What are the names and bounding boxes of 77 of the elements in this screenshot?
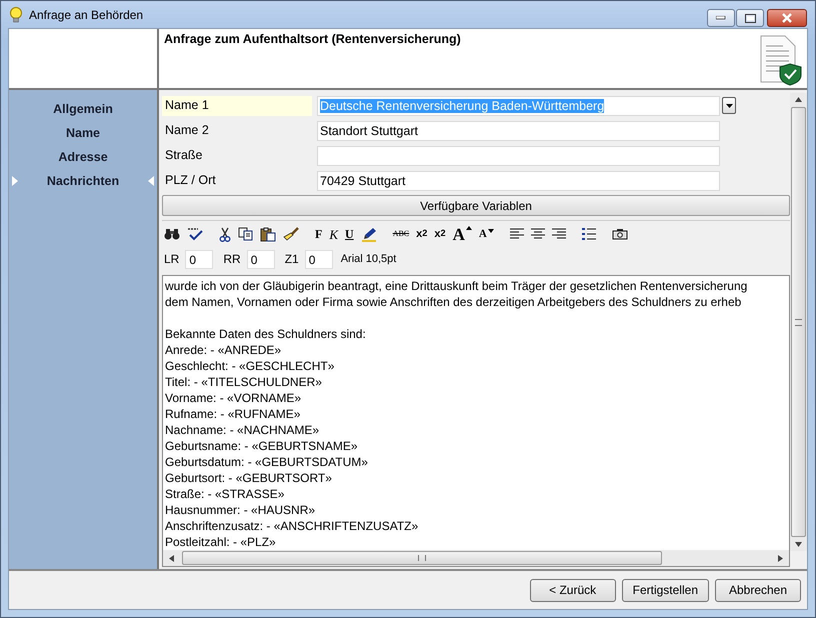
editor-text-line: Geburtsname: - «GEBURTSNAME» [165,438,359,454]
caret-up-icon [466,226,472,230]
dialog-button[interactable]: < Zurück [530,578,616,602]
editor-text-line: Postleitzahl: - «PLZ» [165,534,277,550]
copy-icon[interactable] [238,227,253,241]
align-left-icon[interactable] [510,228,524,240]
field-label: PLZ / Ort [164,172,217,188]
available-variables-button[interactable]: Verfügbare Variablen [162,195,790,216]
editor-text-line: Bekannte Daten des Schuldners sind: [165,326,367,342]
minimize-button[interactable] [707,9,735,27]
window-title: Anfrage an Behörden [29,8,144,22]
light-bulb-icon [9,6,23,24]
sidebar-item[interactable]: Name [9,121,157,145]
horizontal-scrollbar[interactable] [163,550,789,566]
input-field[interactable]: Standort Stuttgart [317,120,720,140]
sidebar-item[interactable]: Adresse [9,145,157,169]
indent-label: LR [164,252,180,266]
input-field[interactable]: 70429 Stuttgart [317,170,720,190]
editor-text-line: Straße: - «STRASSE» [165,486,286,502]
text-editor[interactable] [162,275,790,567]
scroll-left-icon[interactable] [169,554,174,562]
indent-field[interactable]: 0 [304,250,333,268]
close-icon [781,13,793,23]
caret-down-icon [726,104,732,108]
italic-button[interactable]: K [329,228,338,240]
highlighter-icon[interactable] [360,226,377,242]
indent-field[interactable]: 0 [246,250,275,268]
maximize-icon [744,14,756,22]
editor-text-line: Anschriftenzusatz: - «ANSCHRIFTENZUSATZ» [165,518,420,534]
input-field[interactable] [317,146,720,166]
editor-text-line: Geburtsort: - «GEBURTSORT» [165,470,333,486]
grow-font-button[interactable]: A [452,226,472,242]
vertical-scrollbar[interactable] [790,93,807,551]
editor-text-line: Nachname: - «NACHNAME» [165,422,320,438]
strikethrough-button[interactable]: ABC [392,230,410,238]
superscript-button[interactable]: x$^{2}$ [416,228,428,240]
indent-label: Z1 [284,252,299,266]
indent-field[interactable]: 0 [185,250,214,268]
camera-icon[interactable] [612,228,628,240]
scroll-right-icon[interactable] [778,554,783,562]
clipboard-icon[interactable] [260,226,276,242]
align-center-icon[interactable] [530,228,545,240]
maximize-button[interactable] [736,9,764,27]
scroll-up-icon[interactable] [795,97,802,102]
bold-button[interactable]: F [315,228,322,240]
editor-text-line: dem Namen, Vornamen oder Firma sowie Anschriften des derzeitigen Arbeitgebers des Schuldners zu erheb [165,294,742,310]
align-right-icon[interactable] [552,228,566,240]
spellcheck-icon[interactable] [187,227,203,241]
shrink-font-button[interactable]: A [478,228,494,240]
dialog-button[interactable]: Fertigstellen [622,578,709,602]
dialog-button[interactable]: Abbrechen [715,578,801,602]
editor-text-line: Geburtsdatum: - «GEBURTSDATUM» [165,454,369,470]
editor-text-line: Geschlecht: - «GESCHLECHT» [165,358,336,374]
sidebar-item[interactable]: Allgemein [9,97,157,121]
sidebar-item[interactable]: Nachrichten [9,169,157,193]
editor-text-line: Rufname: - «RUFNAME» [165,406,302,422]
editor-text-line: Hausnummer: - «HAUSNR» [165,502,316,518]
font-info: Arial 10,5pt [340,253,396,265]
editor-text-line: Vorname: - «VORNAME» [165,390,302,406]
editor-text-line: wurde ich von der Gläubigerin beantragt, eine Drittauskunft beim Träger der gesetzlichen Rentenversicherung [165,278,748,294]
caret-down-icon [488,228,494,232]
scissors-icon[interactable] [219,226,231,242]
header-title: Anfrage zum Aufenthaltsort (Rentenversicherung) [164,32,461,48]
dropdown-button[interactable] [722,97,736,114]
binoculars-icon[interactable] [164,228,180,240]
editor-text-line: Titel: - «TITELSCHULDNER» [165,374,323,390]
bullet-list-icon[interactable] [582,228,596,240]
close-button[interactable] [767,9,807,27]
field-label: Name 2 [164,122,210,138]
field-label: Straße [164,146,204,164]
minimize-icon [716,16,726,20]
field-label: Name 1 [162,96,312,116]
brush-icon[interactable] [283,227,299,241]
indent-label: RR [223,252,241,266]
scroll-down-icon[interactable] [795,542,802,547]
editor-text-line: Anrede: - «ANREDE» [165,342,282,358]
underline-button[interactable]: U [345,228,354,240]
